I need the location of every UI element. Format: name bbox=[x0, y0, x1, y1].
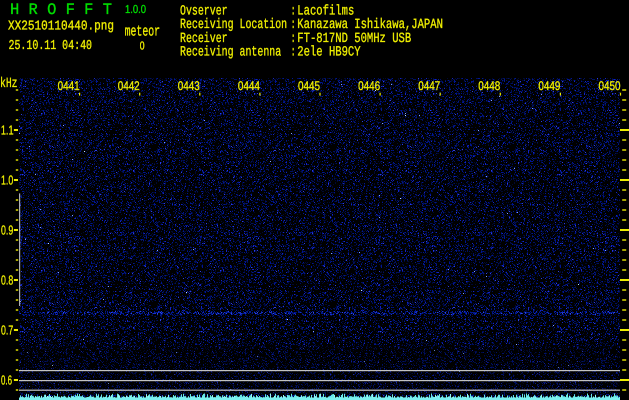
svg-text:2ele HB9CY: 2ele HB9CY bbox=[297, 45, 361, 61]
svg-text:0450: 0450 bbox=[599, 79, 621, 93]
svg-text:0445: 0445 bbox=[298, 79, 320, 93]
svg-text:0446: 0446 bbox=[358, 79, 380, 93]
svg-text:0441: 0441 bbox=[58, 79, 80, 93]
svg-text:0449: 0449 bbox=[538, 79, 560, 93]
svg-text:0.9: 0.9 bbox=[1, 223, 13, 238]
svg-text:0: 0 bbox=[140, 41, 145, 53]
svg-text:1.0: 1.0 bbox=[1, 173, 13, 188]
svg-text:0442: 0442 bbox=[118, 79, 140, 93]
svg-text:kHz: kHz bbox=[0, 76, 18, 92]
svg-text:1.1: 1.1 bbox=[1, 123, 14, 138]
svg-text::: : bbox=[291, 45, 296, 61]
svg-text:0444: 0444 bbox=[238, 79, 260, 93]
svg-text:XX2510110440.png: XX2510110440.png bbox=[8, 19, 114, 34]
svg-text:meteor: meteor bbox=[125, 23, 161, 40]
svg-text:0.8: 0.8 bbox=[1, 273, 13, 288]
svg-text:25.10.11 04:40: 25.10.11 04:40 bbox=[9, 39, 93, 54]
svg-text:H R O F F T: H R O F F T bbox=[10, 1, 112, 19]
svg-text:Receiving antenna: Receiving antenna bbox=[180, 45, 281, 61]
svg-text:0443: 0443 bbox=[178, 79, 200, 93]
svg-text:1.0.0: 1.0.0 bbox=[125, 4, 146, 16]
svg-text:0448: 0448 bbox=[478, 79, 500, 93]
svg-text:0447: 0447 bbox=[418, 79, 440, 93]
svg-text:0.6: 0.6 bbox=[1, 373, 12, 388]
svg-text:0.7: 0.7 bbox=[1, 323, 13, 338]
